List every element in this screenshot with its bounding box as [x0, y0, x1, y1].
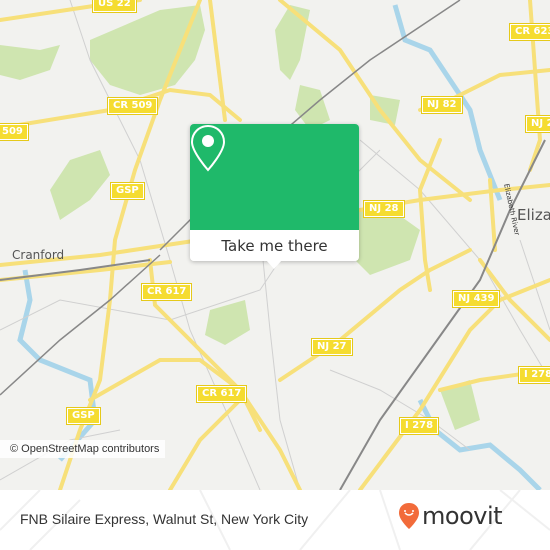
route-shield-i-278: I 278: [398, 417, 440, 435]
park-area: [275, 5, 310, 80]
place-label-cranford: Cranford: [12, 248, 65, 262]
map[interactable]: US 22 CR 509 509 GSP GSP CR 617 CR 617 N…: [0, 0, 550, 490]
route-shield-nj-28: NJ 28: [363, 200, 405, 218]
route-shield-cr-623: CR 623: [508, 23, 550, 41]
route-shield-gsp: GSP: [110, 182, 145, 200]
moovit-pin-icon: [399, 503, 419, 529]
take-me-there-button[interactable]: Take me there: [190, 230, 359, 261]
moovit-wordmark: moovit: [422, 502, 503, 530]
park-area: [50, 150, 110, 220]
footer: FNB Silaire Express, Walnut St, New York…: [0, 490, 550, 550]
route-shield-cr-509: CR 509: [106, 97, 159, 115]
park-area: [90, 5, 205, 95]
route-shield-nj-2: NJ 2: [525, 115, 550, 133]
map-attribution[interactable]: © OpenStreetMap contributors: [0, 440, 166, 458]
park-area: [0, 45, 60, 80]
route-shield-nj-27: NJ 27: [311, 338, 353, 356]
river: [417, 398, 542, 490]
moovit-logo[interactable]: moovit: [398, 502, 503, 530]
route-shield-nj-82: NJ 82: [421, 96, 463, 114]
route-shield-i-278-east: I 278: [517, 366, 550, 384]
route-shield-nj-439: NJ 439: [451, 290, 501, 308]
route-shield-cr-617: CR 617: [140, 283, 193, 301]
popup-header: [190, 124, 359, 230]
location-popup: Take me there: [190, 124, 359, 269]
popup-pointer: [266, 260, 282, 269]
route-shield-cr-617-south: CR 617: [195, 385, 248, 403]
place-label-elizabeth: Eliza: [517, 206, 550, 224]
river: [17, 269, 98, 462]
park-area: [205, 300, 250, 345]
route-shield-509: 509: [0, 123, 29, 141]
location-title: FNB Silaire Express, Walnut St, New York…: [20, 511, 309, 527]
route-shield-gsp-south: GSP: [66, 407, 101, 425]
route-shield-us-22: US 22: [92, 0, 137, 13]
map-pin-icon: [190, 124, 226, 172]
